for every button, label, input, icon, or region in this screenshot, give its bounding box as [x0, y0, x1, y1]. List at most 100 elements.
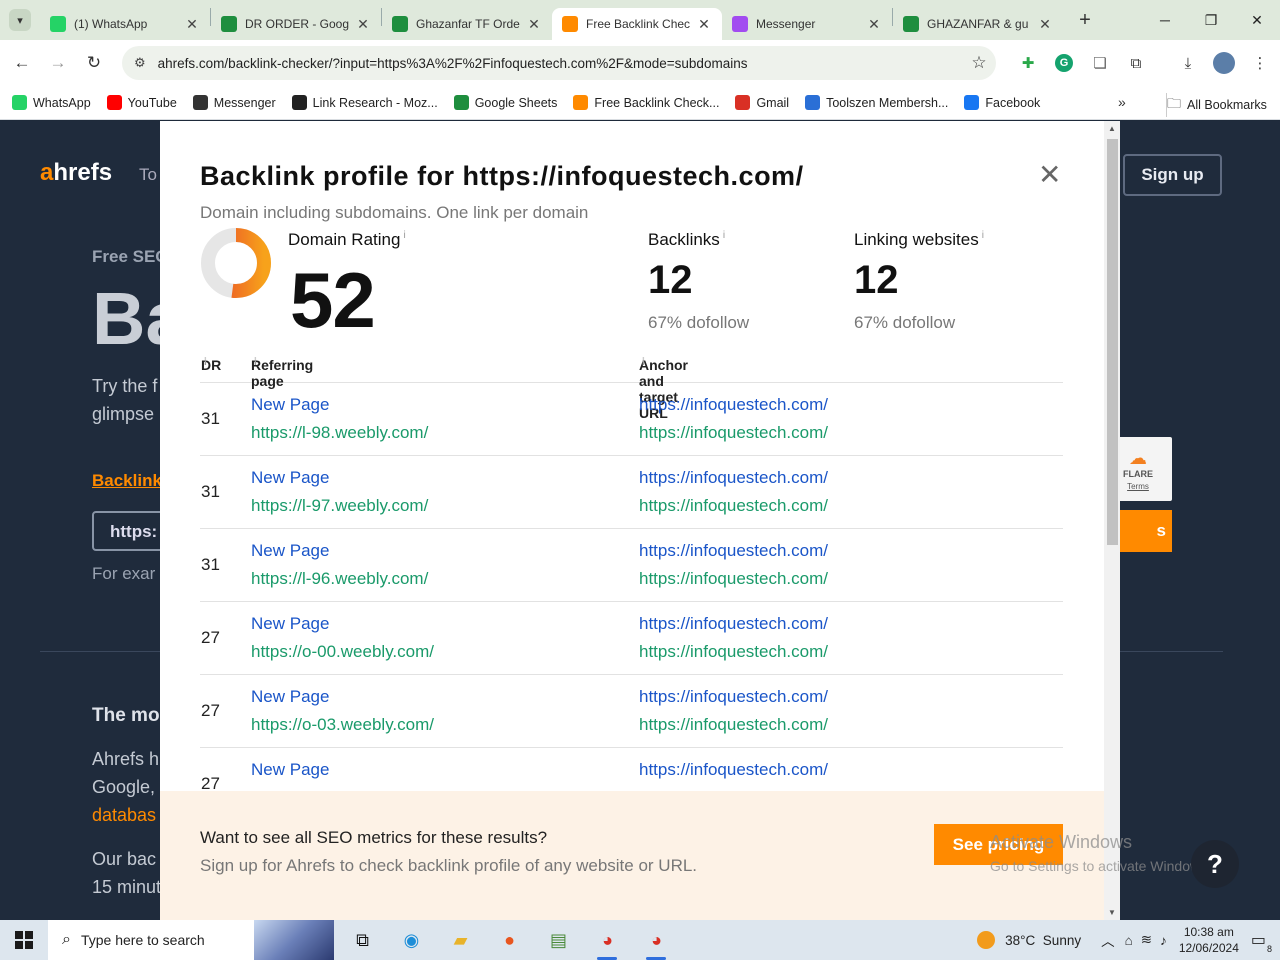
- tab-1[interactable]: DR ORDER - Goog ✕: [211, 8, 381, 40]
- download-icon[interactable]: ⤓: [1170, 46, 1206, 80]
- info-icon[interactable]: i: [723, 230, 725, 241]
- taskbar-search[interactable]: ⌕ Type here to search: [48, 920, 334, 960]
- anchor-text[interactable]: https://infoquestech.com/: [639, 468, 828, 488]
- info-icon[interactable]: i: [403, 230, 405, 241]
- url-text[interactable]: ahrefs.com/backlink-checker/?input=https…: [158, 56, 962, 71]
- scrollbar-thumb[interactable]: [1107, 139, 1118, 545]
- profile-avatar[interactable]: [1206, 46, 1242, 80]
- extension-copy-icon[interactable]: ❏: [1082, 46, 1118, 80]
- bookmark-item[interactable]: Gmail: [735, 95, 789, 110]
- signup-button[interactable]: Sign up: [1123, 154, 1222, 196]
- referring-page-title[interactable]: New Page: [251, 395, 329, 415]
- address-bar[interactable]: ⚙ ahrefs.com/backlink-checker/?input=htt…: [122, 46, 996, 80]
- info-icon[interactable]: i: [642, 357, 645, 368]
- tab-5[interactable]: GHAZANFAR & gu ✕: [893, 8, 1063, 40]
- scroll-down-icon[interactable]: ▼: [1108, 908, 1116, 917]
- anchor-text[interactable]: https://infoquestech.com/: [639, 614, 828, 634]
- close-icon[interactable]: ✕: [866, 16, 882, 33]
- modal-close-button[interactable]: ✕: [1038, 161, 1061, 189]
- task-view-icon[interactable]: ⧉: [338, 920, 387, 960]
- chrome-icon[interactable]: ◕: [583, 920, 632, 960]
- close-window-button[interactable]: ✕: [1234, 0, 1280, 40]
- anchor-text[interactable]: https://infoquestech.com/: [639, 687, 828, 707]
- browser-menu-icon[interactable]: ⋮: [1242, 46, 1278, 80]
- chrome-profile-icon[interactable]: ◕: [632, 920, 681, 960]
- forward-button[interactable]: →: [40, 45, 76, 81]
- tray-chevron-icon[interactable]: ︿: [1101, 930, 1115, 950]
- bookmark-item[interactable]: Messenger: [192, 95, 276, 110]
- notifications-icon[interactable]: ▭ 8: [1251, 930, 1272, 954]
- help-button[interactable]: ?: [1191, 840, 1239, 888]
- anchor-text[interactable]: https://infoquestech.com/: [639, 760, 828, 780]
- referring-page-url[interactable]: https://l-96.weebly.com/: [251, 569, 428, 589]
- anchor-text[interactable]: https://infoquestech.com/: [639, 395, 828, 415]
- edge-icon[interactable]: ◉: [387, 920, 436, 960]
- site-info-icon[interactable]: ⚙: [134, 55, 146, 71]
- start-button[interactable]: [0, 920, 48, 960]
- close-icon[interactable]: ✕: [1037, 16, 1053, 33]
- anchor-text[interactable]: https://infoquestech.com/: [639, 541, 828, 561]
- target-url[interactable]: https://infoquestech.com/: [639, 642, 828, 662]
- bg-para-link[interactable]: databas: [92, 805, 156, 826]
- close-icon[interactable]: ✕: [355, 16, 371, 33]
- referring-page-url[interactable]: https://l-98.weebly.com/: [251, 423, 428, 443]
- close-icon[interactable]: ✕: [526, 16, 542, 33]
- bookmark-item[interactable]: Link Research - Moz...: [291, 95, 438, 110]
- bookmark-item[interactable]: Facebook: [964, 95, 1040, 110]
- bookmark-item[interactable]: WhatsApp: [12, 95, 91, 110]
- bookmark-item[interactable]: Google Sheets: [453, 95, 557, 110]
- target-url[interactable]: https://infoquestech.com/: [639, 715, 828, 735]
- tab-4[interactable]: Messenger ✕: [722, 8, 892, 40]
- ahrefs-logo[interactable]: ahrefs: [40, 159, 112, 187]
- extensions-puzzle-icon[interactable]: ⧉: [1118, 46, 1154, 80]
- referring-page-url[interactable]: https://o-00.weebly.com/: [251, 642, 434, 662]
- close-icon[interactable]: ✕: [696, 16, 712, 33]
- new-tab-button[interactable]: +: [1069, 9, 1101, 32]
- info-icon[interactable]: i: [204, 357, 207, 368]
- minimize-button[interactable]: ─: [1142, 0, 1188, 40]
- all-bookmarks-button[interactable]: 🗀 All Bookmarks: [1166, 93, 1267, 117]
- system-tray: 38°C Sunny ︿ ⌂ ≋ ♪ 10:38 am 12/06/2024 ▭…: [977, 920, 1280, 960]
- close-icon[interactable]: ✕: [184, 16, 200, 33]
- notepad-icon[interactable]: ▤: [534, 920, 583, 960]
- referring-page-url[interactable]: https://o-03.weebly.com/: [251, 715, 434, 735]
- bookmark-star-icon[interactable]: ☆: [962, 53, 996, 73]
- volume-icon[interactable]: ♪: [1160, 933, 1167, 948]
- cloudflare-terms-link[interactable]: Terms: [1127, 482, 1149, 491]
- tab-search-button[interactable]: ▾: [0, 0, 40, 40]
- more-bookmarks-icon[interactable]: »: [1118, 94, 1126, 110]
- target-url[interactable]: https://infoquestech.com/: [639, 569, 828, 589]
- wifi-icon[interactable]: ≋: [1141, 932, 1152, 948]
- bookmark-item[interactable]: YouTube: [106, 95, 177, 110]
- network-icon[interactable]: ⌂: [1125, 933, 1133, 948]
- bg-tab-backlink[interactable]: Backlink: [92, 471, 162, 491]
- nav-tools[interactable]: To: [139, 165, 157, 185]
- tab-3[interactable]: Free Backlink Chec ✕: [552, 8, 722, 40]
- target-url[interactable]: https://infoquestech.com/: [639, 423, 828, 443]
- back-button[interactable]: ←: [4, 45, 40, 81]
- weather-text[interactable]: 38°C Sunny: [1005, 933, 1081, 948]
- scroll-up-icon[interactable]: ▲: [1108, 124, 1116, 133]
- grammarly-icon[interactable]: G: [1046, 46, 1082, 80]
- referring-page-title[interactable]: New Page: [251, 614, 329, 634]
- restore-button[interactable]: ❐: [1188, 0, 1234, 40]
- target-url[interactable]: https://infoquestech.com/: [639, 496, 828, 516]
- modal-scrollbar[interactable]: ▲ ▼: [1104, 121, 1120, 920]
- file-explorer-icon[interactable]: ▰: [436, 920, 485, 960]
- bookmark-item[interactable]: Toolszen Membersh...: [805, 95, 948, 110]
- info-icon[interactable]: i: [982, 230, 984, 241]
- bg-para2-line1: Our bac: [92, 849, 157, 869]
- bookmark-item[interactable]: Free Backlink Check...: [573, 95, 719, 110]
- tab-2[interactable]: Ghazanfar TF Orde ✕: [382, 8, 552, 40]
- reload-button[interactable]: ↻: [76, 45, 112, 81]
- clock[interactable]: 10:38 am 12/06/2024: [1179, 924, 1239, 956]
- referring-page-title[interactable]: New Page: [251, 468, 329, 488]
- firefox-icon[interactable]: ●: [485, 920, 534, 960]
- info-icon[interactable]: i: [254, 357, 257, 368]
- referring-page-title[interactable]: New Page: [251, 687, 329, 707]
- referring-page-title[interactable]: New Page: [251, 541, 329, 561]
- referring-page-url[interactable]: https://l-97.weebly.com/: [251, 496, 428, 516]
- referring-page-title[interactable]: New Page: [251, 760, 329, 780]
- tab-0[interactable]: (1) WhatsApp ✕: [40, 8, 210, 40]
- extension-plus-icon[interactable]: ✚: [1010, 46, 1046, 80]
